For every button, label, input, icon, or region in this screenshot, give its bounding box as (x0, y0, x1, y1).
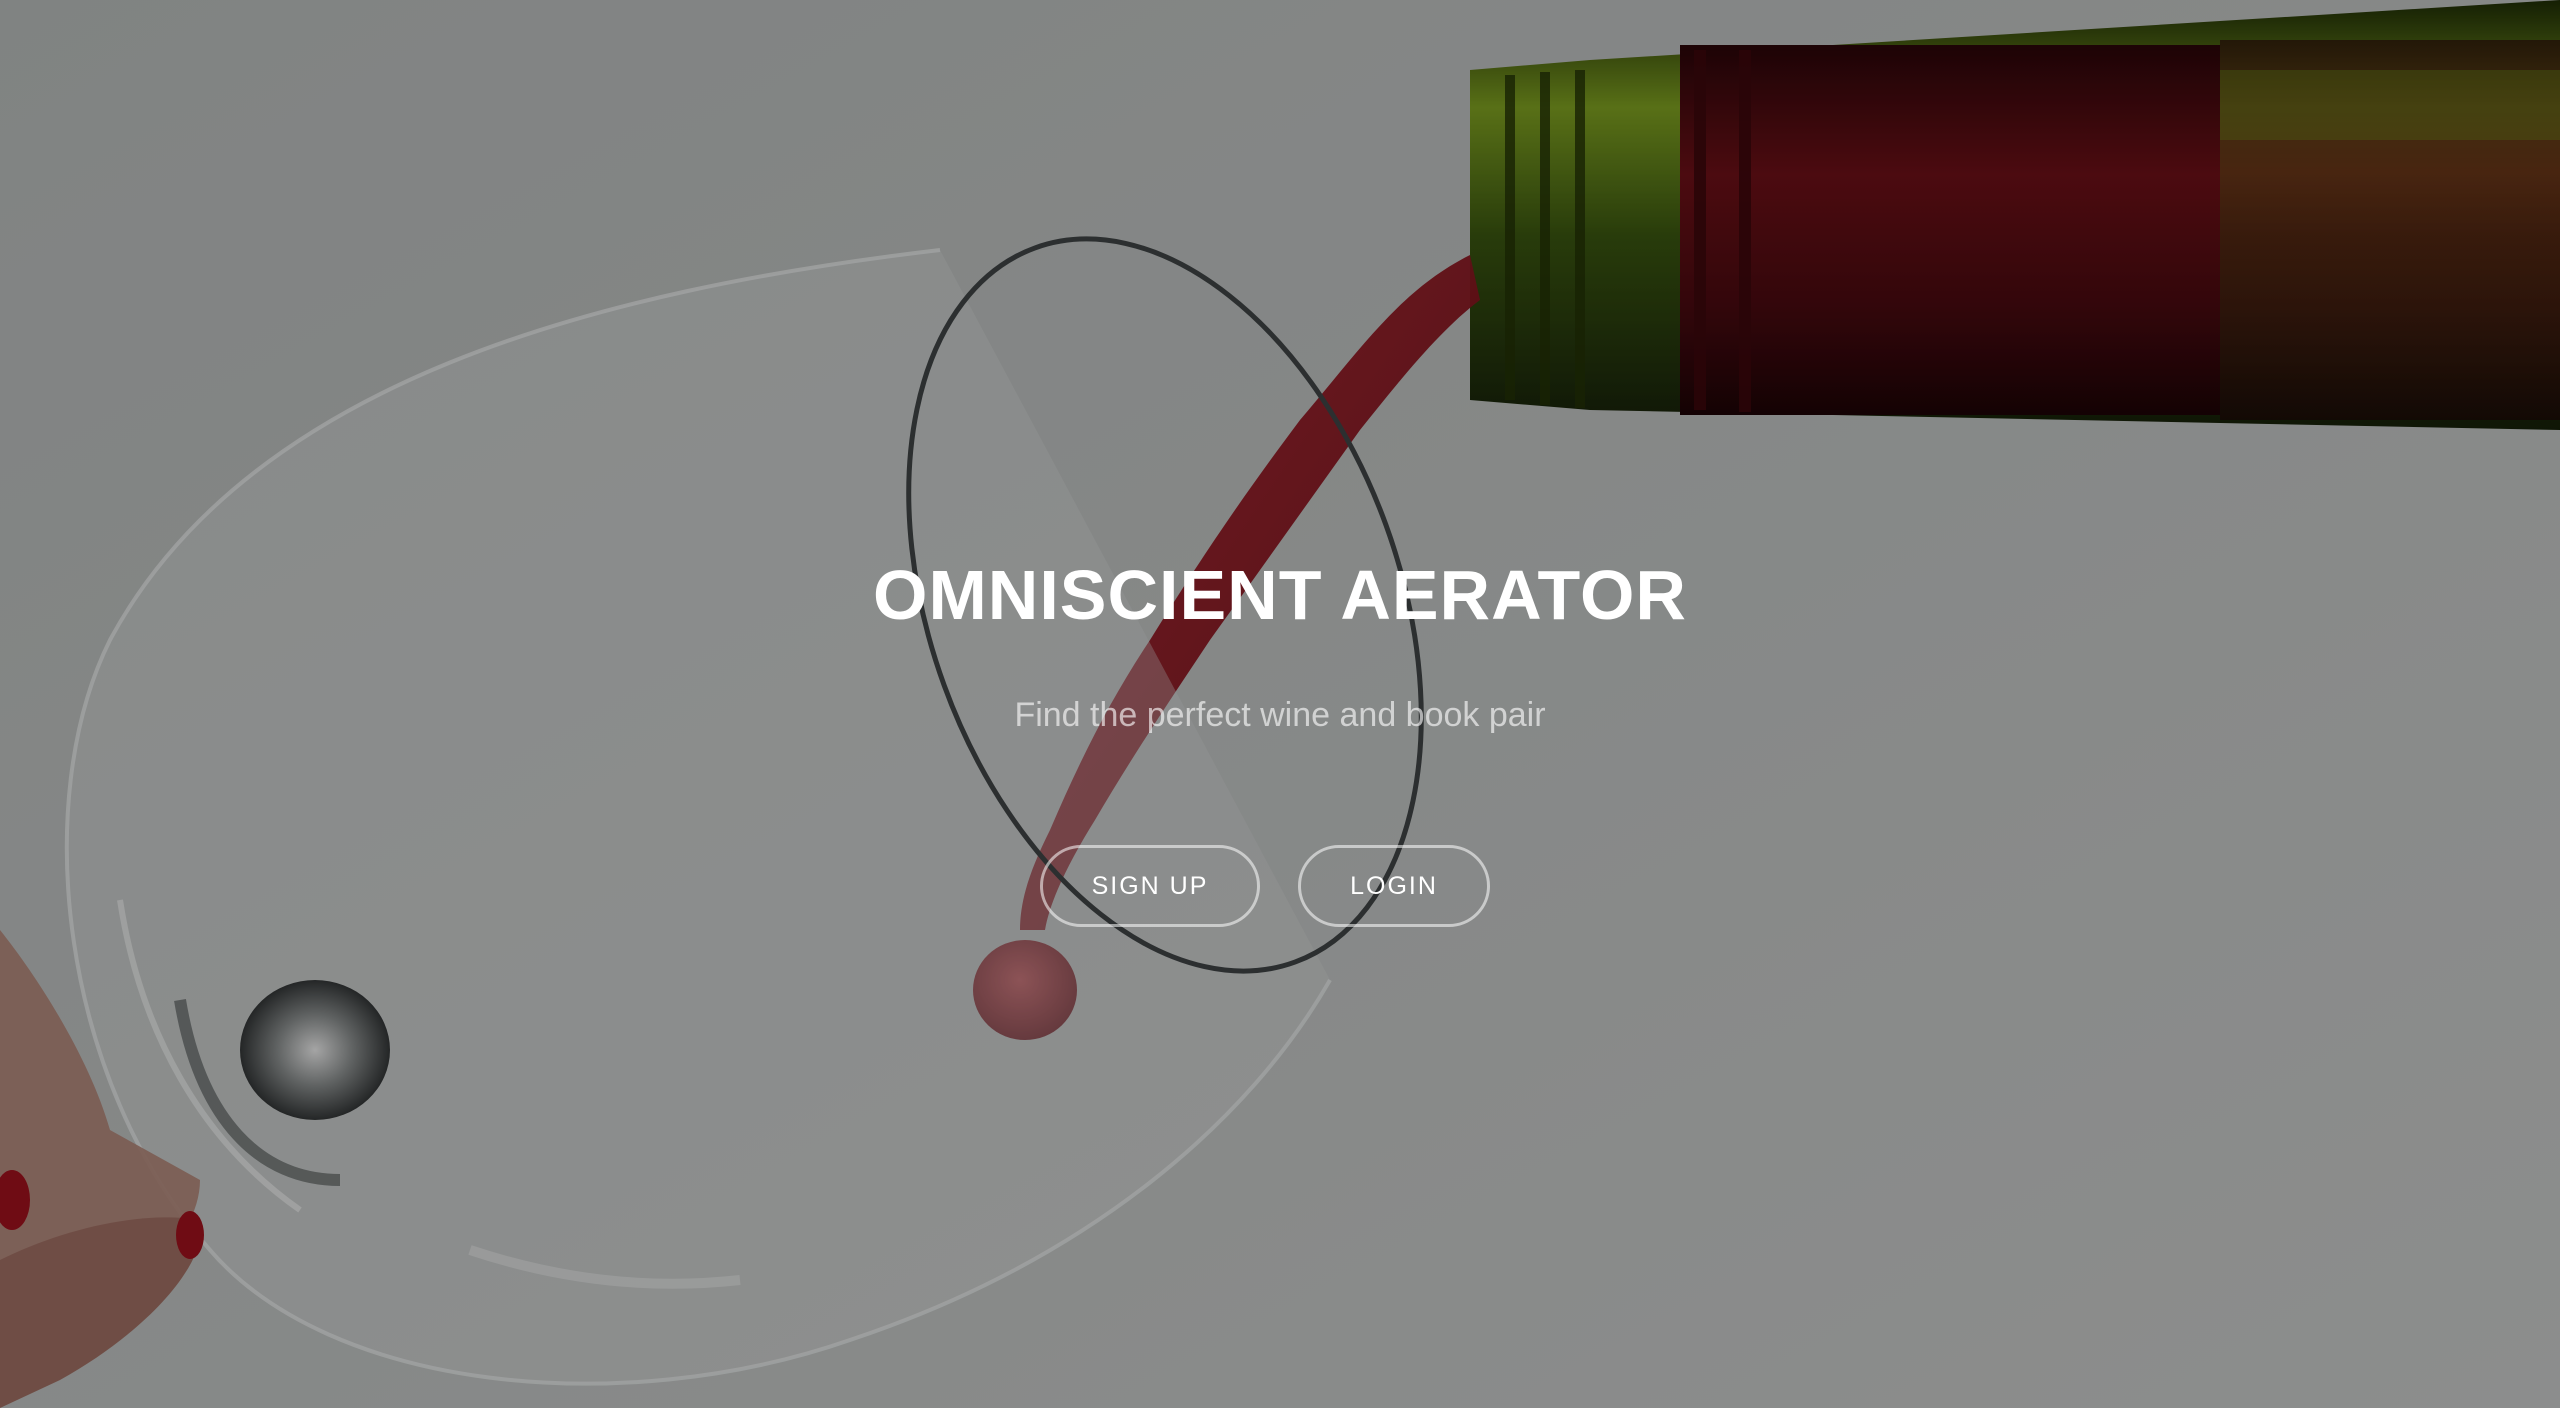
site-title: OMNISCIENT AERATOR (873, 556, 1687, 634)
sign-up-button[interactable]: SIGN UP (1040, 845, 1260, 927)
tagline: Find the perfect wine and book pair (1014, 696, 1546, 734)
hero-section: OMNISCIENT AERATOR Find the perfect wine… (0, 0, 2560, 1408)
login-button[interactable]: LOGIN (1298, 845, 1490, 927)
hero-content: OMNISCIENT AERATOR Find the perfect wine… (0, 0, 2560, 1408)
